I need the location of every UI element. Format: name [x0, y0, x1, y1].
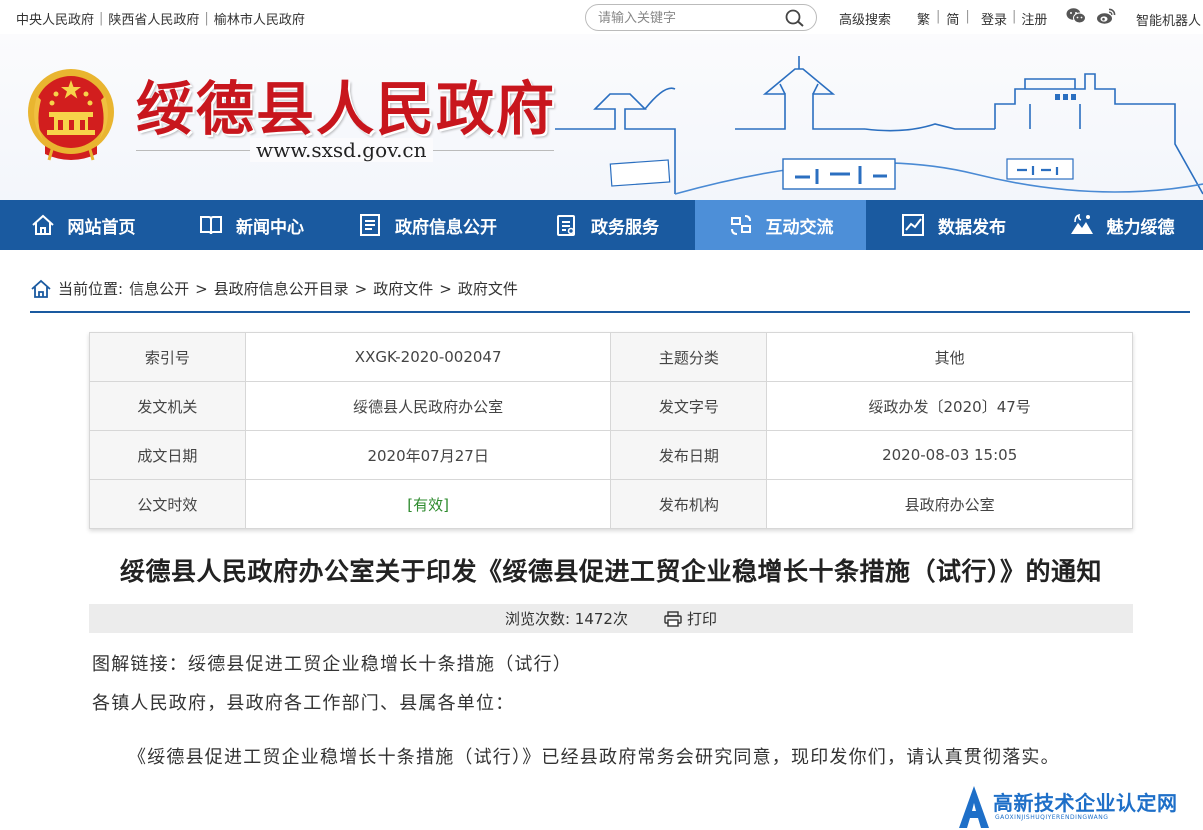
nav-label: 互动交流 — [765, 217, 834, 238]
meta-value: 县政府办公室 — [766, 479, 1133, 529]
book-icon — [200, 216, 222, 235]
table-row: 索引号 XXGK-2020-002047 主题分类 其他 — [89, 332, 1133, 382]
header-banner: 绥德县人民政府 www.sxsd.gov.cn — [0, 34, 1203, 200]
meta-key: 索引号 — [89, 332, 246, 382]
register-link[interactable]: 注册 — [1021, 9, 1047, 28]
interaction-icon — [730, 215, 751, 235]
meta-value: 绥德县人民政府办公室 — [244, 381, 612, 431]
social-links — [1066, 7, 1116, 25]
breadcrumb-item-current[interactable]: 政府文件 — [458, 278, 518, 299]
nav-label: 政务服务 — [591, 217, 659, 238]
watermark-logo-icon — [959, 786, 989, 828]
watermark: 高新技术企业认定网 GAOXINJISHUQIYERENDINGWANG — [957, 784, 1203, 830]
meta-value: 其他 — [766, 332, 1133, 382]
landscape-icon — [1070, 213, 1093, 234]
clipboard-icon — [557, 215, 575, 236]
nav-label: 数据发布 — [938, 217, 1006, 238]
table-row: 成文日期 2020年07月27日 发布日期 2020-08-03 15:05 — [89, 430, 1133, 480]
graphic-link[interactable]: 图解链接：绥德县促进工贸企业稳增长十条措施（试行） — [92, 650, 572, 676]
national-emblem-icon[interactable] — [25, 66, 117, 164]
chart-icon — [902, 214, 924, 236]
print-label: 打印 — [686, 610, 717, 628]
view-count: 浏览次数: 1472次 — [504, 610, 628, 628]
nav-gov-info[interactable]: 政府信息公开 — [337, 200, 517, 250]
search-icon[interactable] — [784, 8, 806, 28]
print-button[interactable]: 打印 — [664, 608, 717, 629]
breadcrumb: 当前位置: 信息公开 > 县政府信息公开目录 > 政府文件 > 政府文件 — [30, 278, 518, 299]
auth-links: 登录 | 注册 — [981, 9, 1048, 28]
watermark-text: 高新技术企业认定网 — [993, 791, 1178, 815]
main-nav: 网站首页 新闻中心 政府信息公开 政务服务 互动交流 数据发布 魅力绥德 — [0, 200, 1203, 250]
nav-home[interactable]: 网站首页 — [0, 200, 165, 250]
meta-key: 发文机关 — [89, 381, 246, 431]
document-meta-table: 索引号 XXGK-2020-002047 主题分类 其他 发文机关 绥德县人民政… — [89, 332, 1133, 529]
breadcrumb-item-catalog[interactable]: 县政府信息公开目录 — [214, 278, 349, 299]
login-link[interactable]: 登录 — [981, 9, 1007, 28]
advanced-search-link[interactable]: 高级搜索 — [839, 9, 891, 28]
nav-label: 新闻中心 — [236, 217, 304, 238]
meta-key: 发布机构 — [610, 479, 768, 529]
home-icon — [31, 214, 54, 235]
meta-value: 绥政办发〔2020〕47号 — [766, 381, 1133, 431]
meta-value: XXGK-2020-002047 — [244, 332, 612, 382]
body-paragraph: 《绥德县促进工贸企业稳增长十条措施（试行）》已经县政府常务会研究同意，现印发你们… — [128, 747, 1060, 768]
wechat-icon[interactable] — [1066, 7, 1086, 25]
validity-status: [有效] — [244, 479, 612, 529]
search-box — [585, 4, 817, 31]
nav-data[interactable]: 数据发布 — [866, 200, 1040, 250]
robot-link[interactable]: 智能机器人 — [1136, 10, 1201, 29]
top-bar: 中央人民政府 | 陕西省人民政府 | 榆林市人民政府 高级搜索 繁 | 简 | … — [0, 0, 1203, 34]
meta-value: 2020-08-03 15:05 — [766, 430, 1133, 480]
gov-links: 中央人民政府 | 陕西省人民政府 | 榆林市人民政府 — [16, 9, 305, 28]
nav-interaction[interactable]: 互动交流 — [695, 200, 866, 250]
meta-value: 2020年07月27日 — [244, 430, 612, 480]
site-title: 绥德县人民政府 — [136, 75, 557, 143]
breadcrumb-item-documents[interactable]: 政府文件 — [373, 278, 433, 299]
article-title: 绥德县人民政府办公室关于印发《绥德县促进工贸企业稳增长十条措施（试行）》的通知 — [119, 557, 1102, 586]
weibo-icon[interactable] — [1096, 7, 1116, 25]
nav-label: 魅力绥德 — [1106, 217, 1175, 238]
link-shaanxi-gov[interactable]: 陕西省人民政府 — [108, 9, 199, 28]
link-yulin-gov[interactable]: 榆林市人民政府 — [214, 9, 305, 28]
nav-news[interactable]: 新闻中心 — [165, 200, 337, 250]
nav-services[interactable]: 政务服务 — [517, 200, 695, 250]
nav-charm[interactable]: 魅力绥德 — [1040, 200, 1203, 250]
nav-label: 政府信息公开 — [395, 217, 497, 238]
link-central-gov[interactable]: 中央人民政府 — [16, 9, 94, 28]
traditional-chinese-link[interactable]: 繁 — [917, 9, 930, 28]
home-icon — [31, 279, 51, 298]
meta-key: 公文时效 — [89, 479, 246, 529]
table-row: 公文时效 [有效] 发布机构 县政府办公室 — [89, 479, 1133, 529]
article-toolbar: 浏览次数: 1472次 打印 — [89, 604, 1133, 633]
site-url: www.sxsd.gov.cn — [250, 138, 433, 162]
watermark-subtext: GAOXINJISHUQIYERENDINGWANG — [995, 814, 1109, 821]
table-row: 发文机关 绥德县人民政府办公室 发文字号 绥政办发〔2020〕47号 — [89, 381, 1133, 431]
meta-key: 发文字号 — [610, 381, 768, 431]
simplified-chinese-link[interactable]: 简 — [946, 9, 959, 28]
skyline-illustration — [555, 56, 1203, 195]
breadcrumb-divider — [30, 311, 1190, 313]
breadcrumb-prefix: 当前位置: — [58, 280, 124, 298]
meta-key: 成文日期 — [89, 430, 246, 480]
salutation: 各镇人民政府，县政府各工作部门、县属各单位： — [92, 693, 515, 714]
document-icon — [360, 214, 380, 236]
search-input[interactable] — [598, 9, 778, 27]
language-switch: 繁 | 简 | — [917, 9, 970, 28]
printer-icon — [664, 610, 682, 627]
meta-key: 主题分类 — [610, 332, 768, 382]
meta-key: 发布日期 — [610, 430, 768, 480]
nav-label: 网站首页 — [67, 217, 136, 238]
breadcrumb-item-info[interactable]: 信息公开 — [129, 278, 189, 299]
